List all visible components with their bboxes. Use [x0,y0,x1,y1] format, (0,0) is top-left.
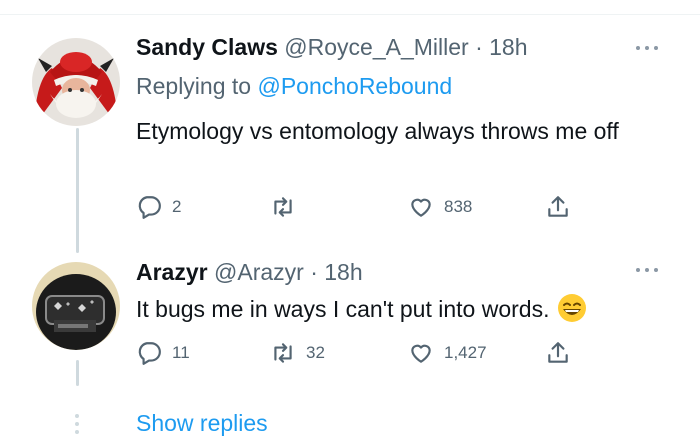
thread-connector-line [76,360,79,386]
retweet-button[interactable] [270,192,306,222]
avatar[interactable] [32,38,120,126]
reply-button[interactable]: 2 [136,192,181,222]
top-divider [0,14,700,15]
share-button[interactable] [545,192,581,222]
reply-icon [138,196,161,219]
show-replies-link[interactable]: Show replies [136,408,268,438]
retweet-icon [274,197,292,217]
tweet-text-content: It bugs me in ways I can't put into word… [136,296,550,322]
retweet-button[interactable]: 32 [270,338,325,368]
timestamp[interactable]: 18h [324,259,362,285]
timestamp[interactable]: 18h [489,34,527,60]
share-icon [548,196,568,217]
reply-count: 11 [172,343,190,362]
tweet-text: Etymology vs entomology always throws me… [136,118,619,144]
replying-to-label: Replying to [136,73,252,99]
like-button[interactable]: 838 [408,192,472,222]
tweet-text: It bugs me in ways I can't put into word… [136,293,676,325]
display-name[interactable]: Arazyr [136,259,208,285]
heart-icon [411,344,431,363]
retweet-count: 32 [306,343,325,362]
replying-to: Replying to @PonchoRebound [136,71,452,101]
retweet-icon [274,343,292,363]
santa-avatar-icon [32,38,120,126]
grinning-face-emoji-icon [558,294,587,322]
reply-count: 2 [172,197,182,216]
thread-continuation-dots-icon [74,412,80,438]
like-button[interactable]: 1,427 [408,338,487,368]
tweet-header: Sandy Claws @Royce_A_Miller · 18h [136,32,528,62]
replying-to-handle-link[interactable]: @PonchoRebound [257,73,452,99]
avatar[interactable] [32,262,120,350]
separator-dot: · [310,259,318,285]
like-count: 838 [444,197,473,216]
cube-helmet-avatar-icon [32,262,120,350]
user-handle[interactable]: @Royce_A_Miller [284,34,468,60]
more-options-icon[interactable] [636,265,660,275]
share-icon [548,342,568,363]
like-count: 1,427 [444,343,487,362]
more-options-icon[interactable] [636,43,660,53]
share-button[interactable] [545,338,581,368]
reply-icon [138,342,161,365]
thread-connector-line [76,128,79,253]
display-name[interactable]: Sandy Claws [136,34,278,60]
tweet-header: Arazyr @Arazyr · 18h [136,257,363,287]
separator-dot: · [475,34,483,60]
heart-icon [411,198,431,217]
reply-button[interactable]: 11 [136,338,190,368]
user-handle[interactable]: @Arazyr [214,259,304,285]
